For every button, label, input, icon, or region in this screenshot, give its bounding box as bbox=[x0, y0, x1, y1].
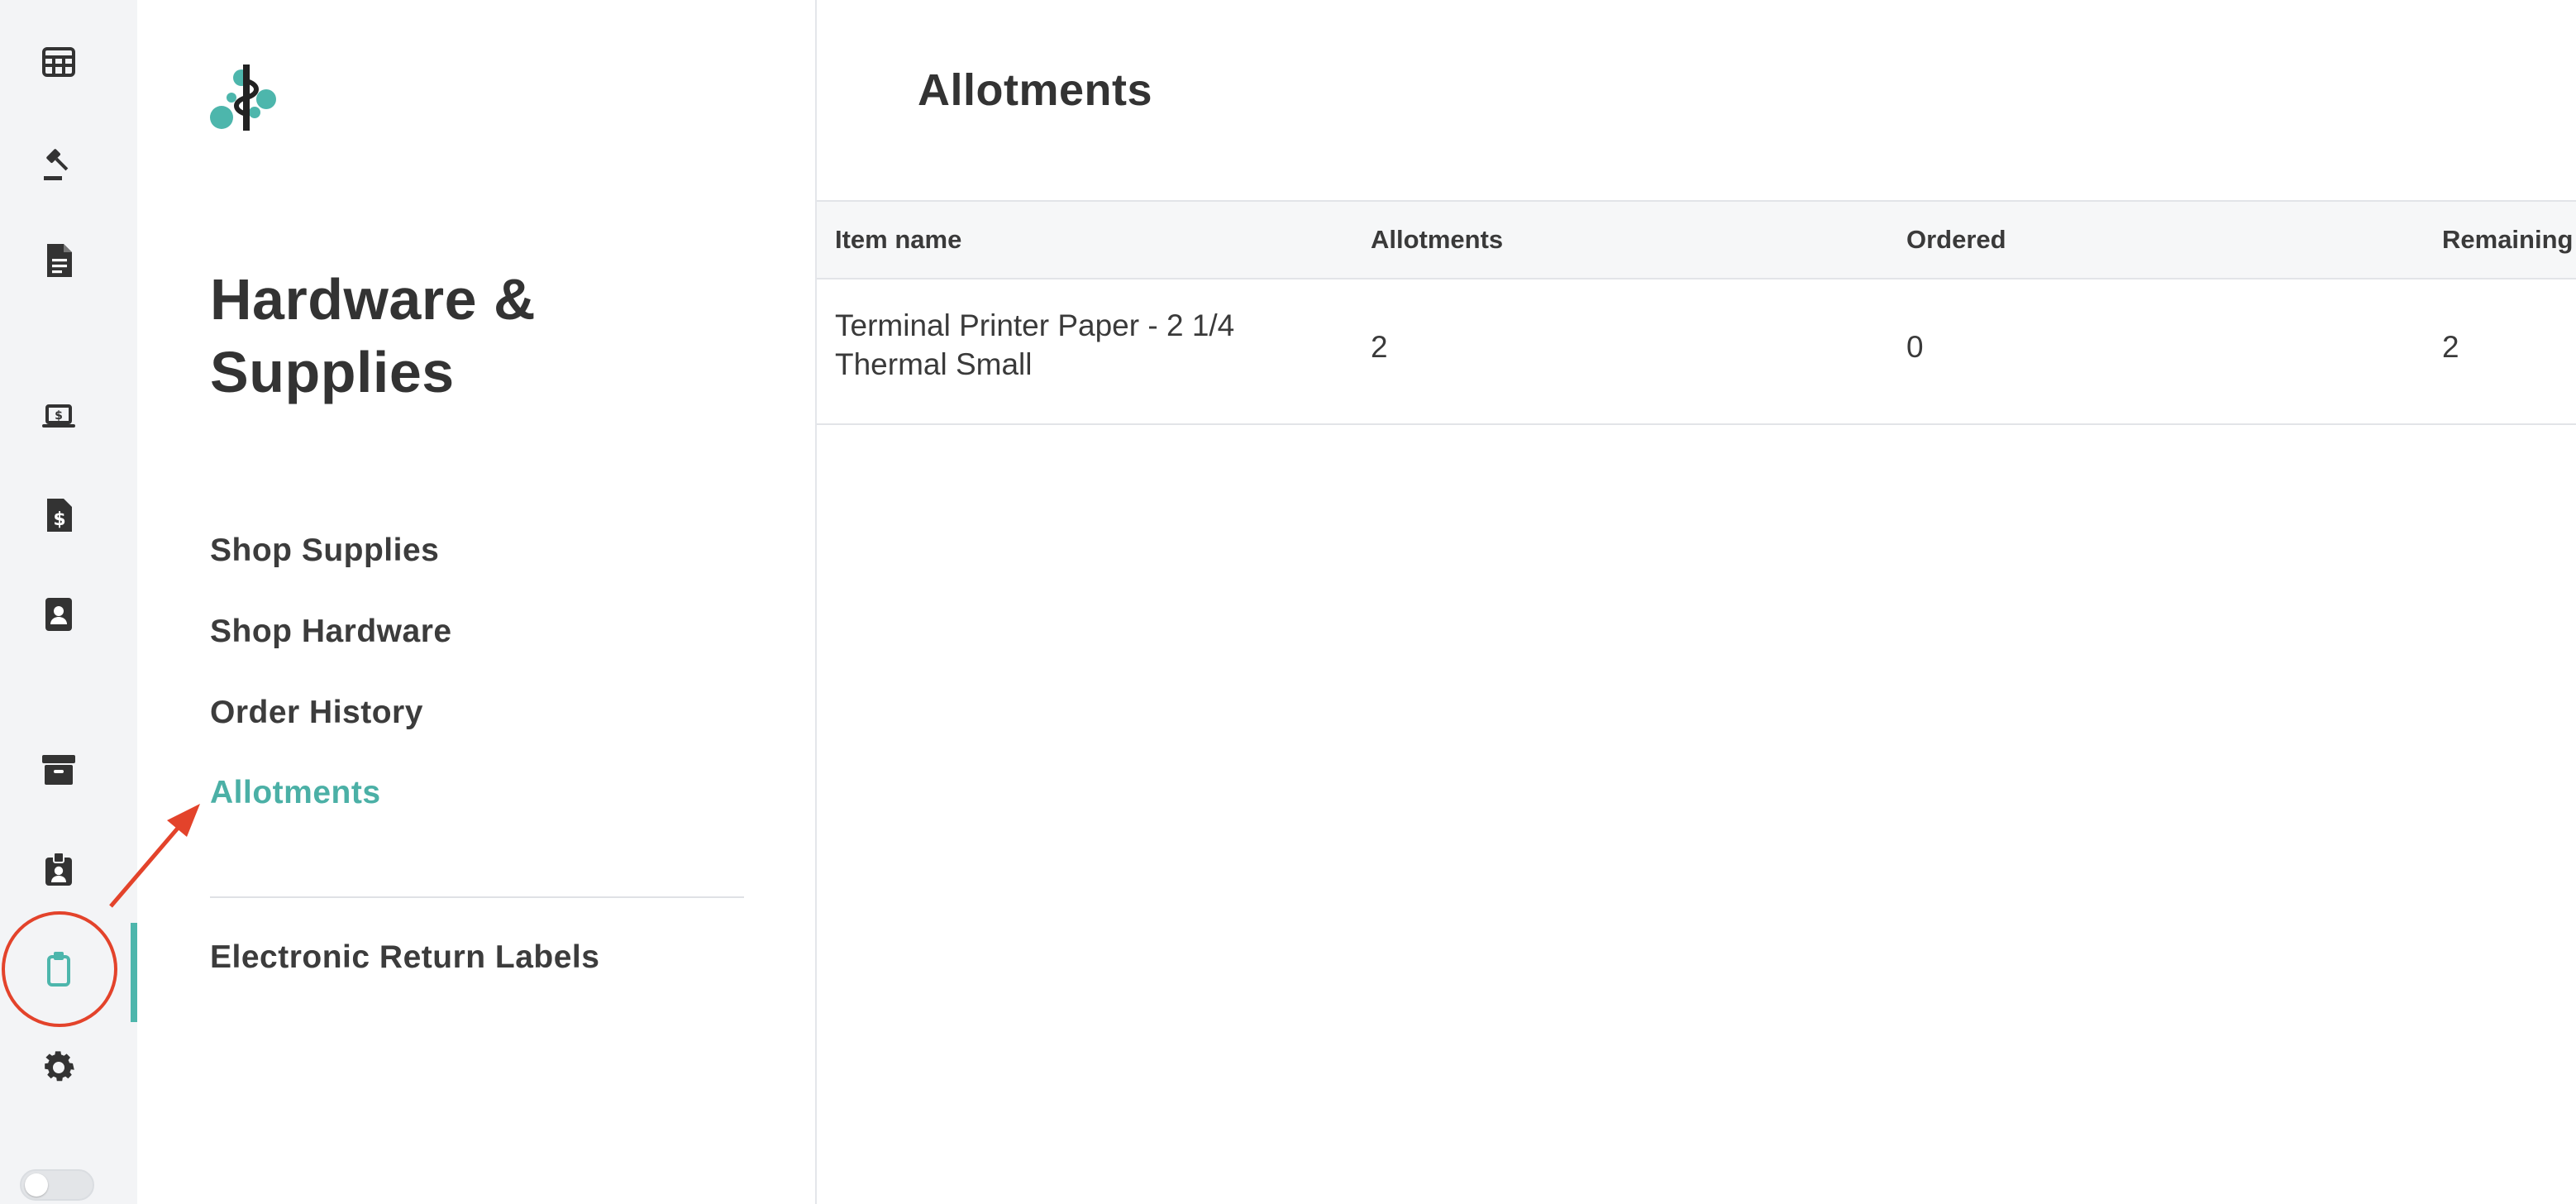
cell-allotments: 2 bbox=[1371, 330, 1388, 364]
icon-rail: $ $ bbox=[0, 0, 139, 1204]
cell-remaining: 2 bbox=[2442, 330, 2459, 364]
brand-logo bbox=[210, 64, 276, 131]
section-title: Hardware & Supplies bbox=[210, 267, 537, 404]
table-icon[interactable] bbox=[31, 35, 86, 89]
column-header-item-name[interactable]: Item name bbox=[835, 225, 961, 255]
cell-ordered: 0 bbox=[1906, 330, 1924, 364]
svg-text:$: $ bbox=[53, 509, 65, 530]
id-badge-icon[interactable] bbox=[31, 842, 86, 896]
gavel-icon[interactable] bbox=[31, 137, 86, 192]
table-row[interactable]: Terminal Printer Paper - 2 1/4 Thermal S… bbox=[817, 280, 2576, 425]
nav-link-shop-hardware[interactable]: Shop Hardware bbox=[210, 614, 452, 650]
toggle-knob bbox=[25, 1173, 48, 1197]
nav-link-electronic-return-labels[interactable]: Electronic Return Labels bbox=[210, 939, 599, 976]
section-nav: Hardware & Supplies Shop Supplies Shop H… bbox=[137, 0, 817, 1204]
invoice-dollar-icon[interactable]: $ bbox=[31, 488, 86, 542]
mode-toggle[interactable] bbox=[20, 1169, 94, 1201]
laptop-dollar-icon[interactable]: $ bbox=[31, 389, 86, 443]
column-header-allotments[interactable]: Allotments bbox=[1371, 225, 1503, 255]
column-header-ordered[interactable]: Ordered bbox=[1906, 225, 2006, 255]
allotments-table: Item name Allotments Ordered Remaining T… bbox=[817, 200, 2576, 425]
nav-link-order-history[interactable]: Order History bbox=[210, 695, 423, 731]
nav-link-shop-supplies[interactable]: Shop Supplies bbox=[210, 533, 439, 569]
nav-divider bbox=[210, 896, 744, 898]
document-icon[interactable] bbox=[31, 233, 86, 288]
nav-link-allotments[interactable]: Allotments bbox=[210, 775, 381, 811]
clipboard-icon[interactable] bbox=[31, 941, 86, 996]
column-header-remaining[interactable]: Remaining bbox=[2442, 225, 2573, 255]
archive-box-icon[interactable] bbox=[31, 743, 86, 797]
gear-icon[interactable] bbox=[31, 1040, 86, 1095]
main-content: Allotments Item name Allotments Ordered … bbox=[817, 0, 2576, 1204]
contact-book-icon[interactable] bbox=[31, 587, 86, 642]
svg-text:$: $ bbox=[55, 409, 63, 423]
table-header: Item name Allotments Ordered Remaining bbox=[817, 200, 2576, 280]
cell-item-name: Terminal Printer Paper - 2 1/4 Thermal S… bbox=[835, 308, 1235, 381]
page-title: Allotments bbox=[918, 65, 1153, 115]
